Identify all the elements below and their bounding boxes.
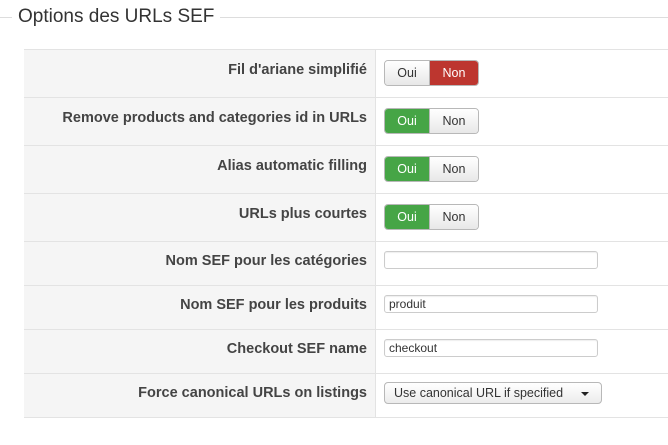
select-value: Use canonical URL if specified [394, 386, 564, 400]
row-label: Checkout SEF name [24, 330, 376, 373]
oui-button[interactable]: Oui [385, 109, 430, 133]
non-button[interactable]: Non [430, 61, 478, 85]
row-remove-ids: Remove products and categories id in URL… [24, 98, 668, 146]
row-label: Nom SEF pour les catégories [24, 242, 376, 285]
oui-button[interactable]: Oui [385, 205, 430, 229]
sef-produits-input[interactable] [384, 295, 598, 313]
urls-courtes-toggle[interactable]: Oui Non [384, 204, 479, 230]
row-label: Remove products and categories id in URL… [24, 98, 376, 145]
row-urls-courtes: URLs plus courtes Oui Non [24, 194, 668, 242]
fieldset-legend: Options des URLs SEF [12, 4, 221, 30]
non-button[interactable]: Non [430, 205, 478, 229]
row-canonical-urls: Force canonical URLs on listings Use can… [24, 374, 668, 418]
row-checkout-sef: Checkout SEF name [24, 330, 668, 374]
row-label: Fil d'ariane simplifié [24, 50, 376, 97]
row-alias-filling: Alias automatic filling Oui Non [24, 146, 668, 194]
canonical-urls-select[interactable]: Use canonical URL if specified [384, 382, 602, 404]
row-sef-categories: Nom SEF pour les catégories [24, 242, 668, 286]
oui-button[interactable]: Oui [385, 157, 430, 181]
remove-ids-toggle[interactable]: Oui Non [384, 108, 479, 134]
options-table: Fil d'ariane simplifié Oui Non Remove pr… [24, 49, 668, 418]
row-fil-ariane: Fil d'ariane simplifié Oui Non [24, 50, 668, 98]
non-button[interactable]: Non [430, 157, 478, 181]
row-label: Nom SEF pour les produits [24, 286, 376, 329]
sef-categories-input[interactable] [384, 251, 598, 269]
row-label: URLs plus courtes [24, 194, 376, 241]
row-label: Force canonical URLs on listings [24, 374, 376, 417]
caret-down-icon [581, 392, 589, 396]
non-button[interactable]: Non [430, 109, 478, 133]
alias-filling-toggle[interactable]: Oui Non [384, 156, 479, 182]
fil-ariane-toggle[interactable]: Oui Non [384, 60, 479, 86]
row-label: Alias automatic filling [24, 146, 376, 193]
oui-button[interactable]: Oui [385, 61, 430, 85]
checkout-sef-input[interactable] [384, 339, 598, 357]
row-sef-produits: Nom SEF pour les produits [24, 286, 668, 330]
